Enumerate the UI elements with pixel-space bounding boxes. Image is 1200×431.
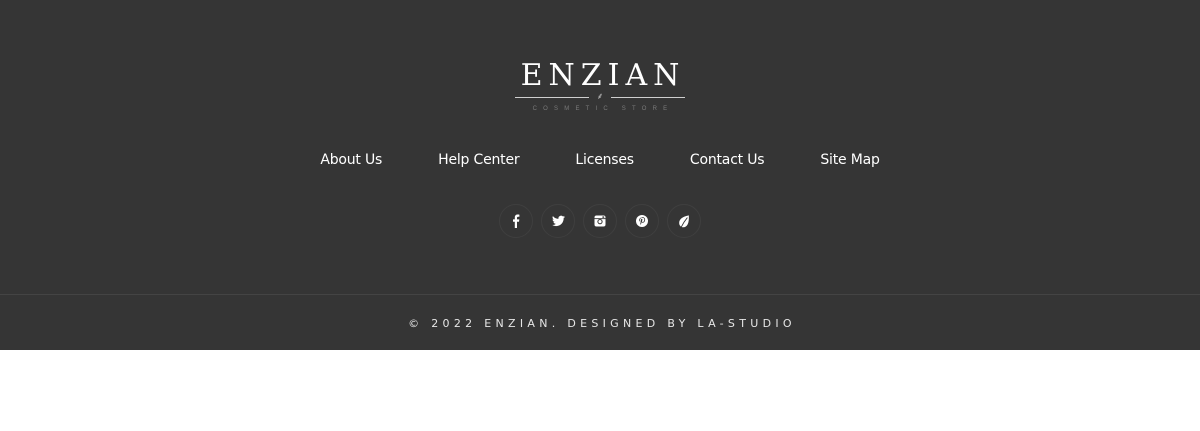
logo-divider-line-left	[515, 97, 589, 98]
instagram-icon	[594, 215, 606, 227]
pinterest-button[interactable]	[625, 204, 659, 238]
nav-link-contact-us[interactable]: Contact Us	[690, 148, 765, 172]
social-links	[0, 204, 1200, 238]
footer-divider	[0, 294, 1200, 295]
logo-tagline: COSMETIC STORE	[532, 106, 674, 112]
site-footer: ENZIAN ⸙ COSMETIC STORE About Us Help Ce…	[0, 0, 1200, 350]
nav-link-about-us[interactable]: About Us	[320, 148, 382, 172]
logo-divider: ⸙	[515, 92, 685, 102]
leaf-button[interactable]	[667, 204, 701, 238]
nav-link-help-center[interactable]: Help Center	[438, 148, 519, 172]
facebook-button[interactable]	[499, 204, 533, 238]
footer-nav: About Us Help Center Licenses Contact Us…	[0, 148, 1200, 172]
instagram-button[interactable]	[583, 204, 617, 238]
leaf-icon	[679, 214, 689, 227]
twitter-icon	[551, 215, 565, 227]
logo-divider-line-right	[611, 97, 685, 98]
pinterest-icon	[636, 215, 648, 227]
twitter-button[interactable]	[541, 204, 575, 238]
logo-wordmark[interactable]: ENZIAN	[515, 58, 686, 94]
logo[interactable]: ENZIAN	[0, 58, 1200, 94]
nav-link-licenses[interactable]: Licenses	[575, 148, 634, 172]
nav-link-site-map[interactable]: Site Map	[820, 148, 879, 172]
logo-leaf-icon: ⸙	[596, 92, 604, 102]
copyright-text: © 2022 ENZIAN. DESIGNED BY LA-STUDIO	[408, 317, 796, 330]
facebook-icon	[513, 214, 520, 228]
